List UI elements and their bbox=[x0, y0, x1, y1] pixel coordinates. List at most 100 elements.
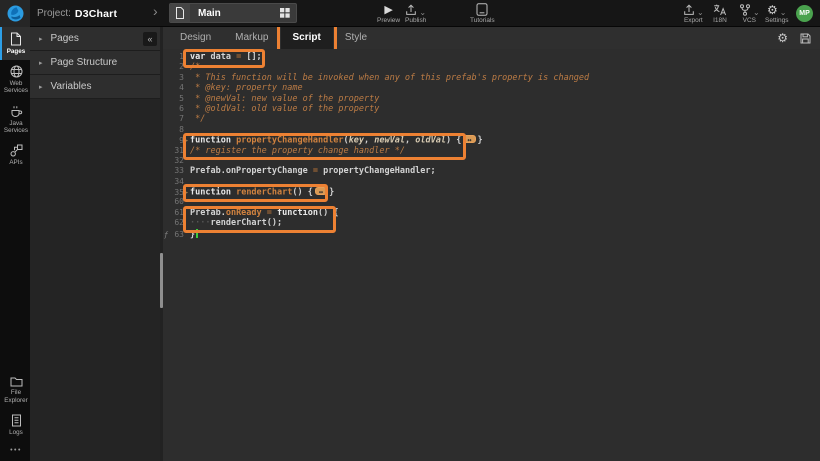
code-token: var bbox=[190, 52, 205, 62]
text-cursor bbox=[196, 229, 198, 238]
chevron-right-icon[interactable]: › bbox=[153, 3, 158, 19]
editor-tab-bar: Design Markup Script Style ⚙ bbox=[163, 27, 820, 49]
project-label: Project: bbox=[37, 8, 71, 19]
settings-label: Settings bbox=[765, 17, 789, 24]
line-number: 33 bbox=[169, 166, 184, 176]
editor-settings-gear-icon[interactable]: ⚙ bbox=[777, 32, 788, 44]
line-number: 4 bbox=[169, 83, 184, 93]
code-token: ) { bbox=[446, 136, 461, 146]
tab-script[interactable]: Script bbox=[281, 27, 333, 49]
tab-design[interactable]: Design bbox=[168, 27, 223, 49]
line-number: 61 bbox=[169, 208, 184, 218]
save-icon[interactable] bbox=[800, 33, 811, 44]
preview-label: Preview bbox=[377, 17, 400, 24]
code-token: * @newVal: new value of the property bbox=[190, 94, 379, 104]
line-number: 2 bbox=[169, 62, 184, 72]
code-line[interactable]: 33Prefab.onPropertyChange = propertyChan… bbox=[163, 166, 820, 176]
publish-button[interactable]: ⌄ Publish bbox=[405, 3, 426, 24]
code-line[interactable]: 6 * @oldVal: old value of the property bbox=[163, 104, 820, 114]
left-icon-bar: Pages Web Services Java Services APIs Fi… bbox=[0, 27, 30, 461]
code-line[interactable]: 31/* register the property change handle… bbox=[163, 146, 820, 156]
code-line[interactable]: 62····renderChart(); bbox=[163, 218, 820, 228]
code-line[interactable]: 61Prefab.onReady = function() { bbox=[163, 208, 820, 218]
i18n-button[interactable]: I18N bbox=[713, 3, 727, 24]
code-token: * @oldVal: old value of the property bbox=[190, 104, 379, 114]
code-line[interactable]: 35▸function renderChart() {↔} bbox=[163, 187, 820, 197]
accordion-label: Variables bbox=[51, 81, 92, 92]
code-line[interactable]: 5 * @newVal: new value of the property bbox=[163, 94, 820, 104]
code-token: , bbox=[405, 136, 415, 146]
folder-icon bbox=[10, 376, 23, 387]
expand-arrow-icon: ▸ bbox=[39, 83, 43, 91]
tab-style[interactable]: Style bbox=[333, 27, 379, 49]
sidebar-item-file-explorer[interactable]: File Explorer bbox=[0, 371, 30, 408]
iconbar-label: Logs bbox=[9, 429, 23, 436]
export-label: Export bbox=[684, 17, 703, 24]
code-token: key bbox=[349, 136, 364, 146]
page-doc-icon bbox=[170, 4, 190, 22]
chevron-down-icon: ⌄ bbox=[753, 10, 760, 16]
more-options-button[interactable]: ••• bbox=[0, 441, 30, 461]
main-area: Design Markup Script Style ⚙ 1var data =… bbox=[163, 27, 820, 461]
code-line[interactable]: 2/* bbox=[163, 62, 820, 72]
vcs-label: VCS bbox=[743, 17, 756, 24]
code-token: propertyChangeHandler; bbox=[318, 166, 436, 176]
code-line[interactable]: 32 bbox=[163, 156, 820, 166]
code-line[interactable]: 9▸function propertyChangeHandler(key, ne… bbox=[163, 135, 820, 145]
tutorials-button[interactable]: Tutorials bbox=[470, 3, 495, 24]
code-line[interactable]: 1var data = []; bbox=[163, 52, 820, 62]
code-line[interactable]: 34 bbox=[163, 177, 820, 187]
accordion-pages[interactable]: ▸ Pages « bbox=[30, 27, 160, 51]
collapse-panel-button[interactable]: « bbox=[143, 32, 157, 46]
code-line[interactable]: 4 * @key: property name bbox=[163, 83, 820, 93]
scrollbar-thumb[interactable] bbox=[160, 253, 163, 308]
export-button[interactable]: ⌄ Export bbox=[683, 3, 704, 24]
tutorials-icon bbox=[476, 3, 488, 16]
wavemaker-logo-icon bbox=[7, 5, 24, 22]
sidebar-item-apis[interactable]: APIs bbox=[0, 139, 30, 171]
code-token: } bbox=[190, 230, 195, 240]
page-tab-main[interactable]: Main bbox=[169, 3, 297, 23]
code-line[interactable]: 3 * This function will be invoked when a… bbox=[163, 73, 820, 83]
code-editor[interactable]: 1var data = [];2/*3 * This function will… bbox=[163, 49, 820, 461]
chevron-down-icon: ⌄ bbox=[697, 10, 704, 16]
sidebar-item-logs[interactable]: Logs bbox=[0, 409, 30, 441]
sidebar-item-web-services[interactable]: Web Services bbox=[0, 60, 30, 99]
line-number: 5 bbox=[169, 94, 184, 104]
code-token: Prefab.onPropertyChange bbox=[190, 166, 313, 176]
sidebar-item-pages[interactable]: Pages bbox=[0, 27, 30, 60]
line-number: 60 bbox=[169, 197, 184, 207]
line-number: 32 bbox=[169, 156, 184, 166]
vcs-button[interactable]: ⌄ VCS bbox=[739, 3, 760, 24]
user-avatar[interactable]: MP bbox=[796, 5, 813, 22]
accordion-page-structure[interactable]: ▸ Page Structure bbox=[30, 51, 160, 75]
tab-markup[interactable]: Markup bbox=[223, 27, 280, 49]
folded-code-badge[interactable]: ↔ bbox=[315, 187, 327, 195]
preview-button[interactable]: ▶ Preview bbox=[377, 3, 400, 24]
settings-button[interactable]: ⚙ ⌄ Settings bbox=[765, 3, 789, 24]
top-bar: Project: D3Chart › Main ▶ Preview ⌄ Publ… bbox=[0, 0, 820, 27]
code-token: /* register the property change handler … bbox=[190, 146, 405, 156]
code-line[interactable]: ƒ63} bbox=[163, 229, 820, 239]
code-token: ···· bbox=[190, 218, 210, 228]
code-token: function bbox=[277, 208, 318, 218]
expand-arrow-icon: ▸ bbox=[39, 35, 43, 43]
accordion-variables[interactable]: ▸ Variables bbox=[30, 75, 160, 99]
code-line[interactable]: 8 bbox=[163, 125, 820, 135]
code-token: () { bbox=[292, 188, 312, 198]
line-number: 6 bbox=[169, 104, 184, 114]
translate-icon bbox=[713, 4, 727, 16]
app-logo[interactable] bbox=[0, 0, 30, 27]
code-line[interactable]: 60 bbox=[163, 197, 820, 207]
tutorials-label: Tutorials bbox=[470, 17, 495, 24]
iconbar-bottom-group: File Explorer Logs ••• bbox=[0, 371, 30, 461]
grid-view-icon[interactable] bbox=[280, 8, 290, 18]
sidebar-item-java-services[interactable]: Java Services bbox=[0, 100, 30, 139]
code-token: } bbox=[478, 136, 483, 146]
code-line[interactable]: 7 */ bbox=[163, 114, 820, 124]
branch-icon bbox=[739, 4, 751, 16]
folded-code-badge[interactable]: ↔ bbox=[463, 135, 475, 143]
accordion-label: Pages bbox=[51, 33, 79, 44]
iconbar-label: Pages bbox=[7, 48, 26, 55]
expand-arrow-icon: ▸ bbox=[39, 59, 43, 67]
